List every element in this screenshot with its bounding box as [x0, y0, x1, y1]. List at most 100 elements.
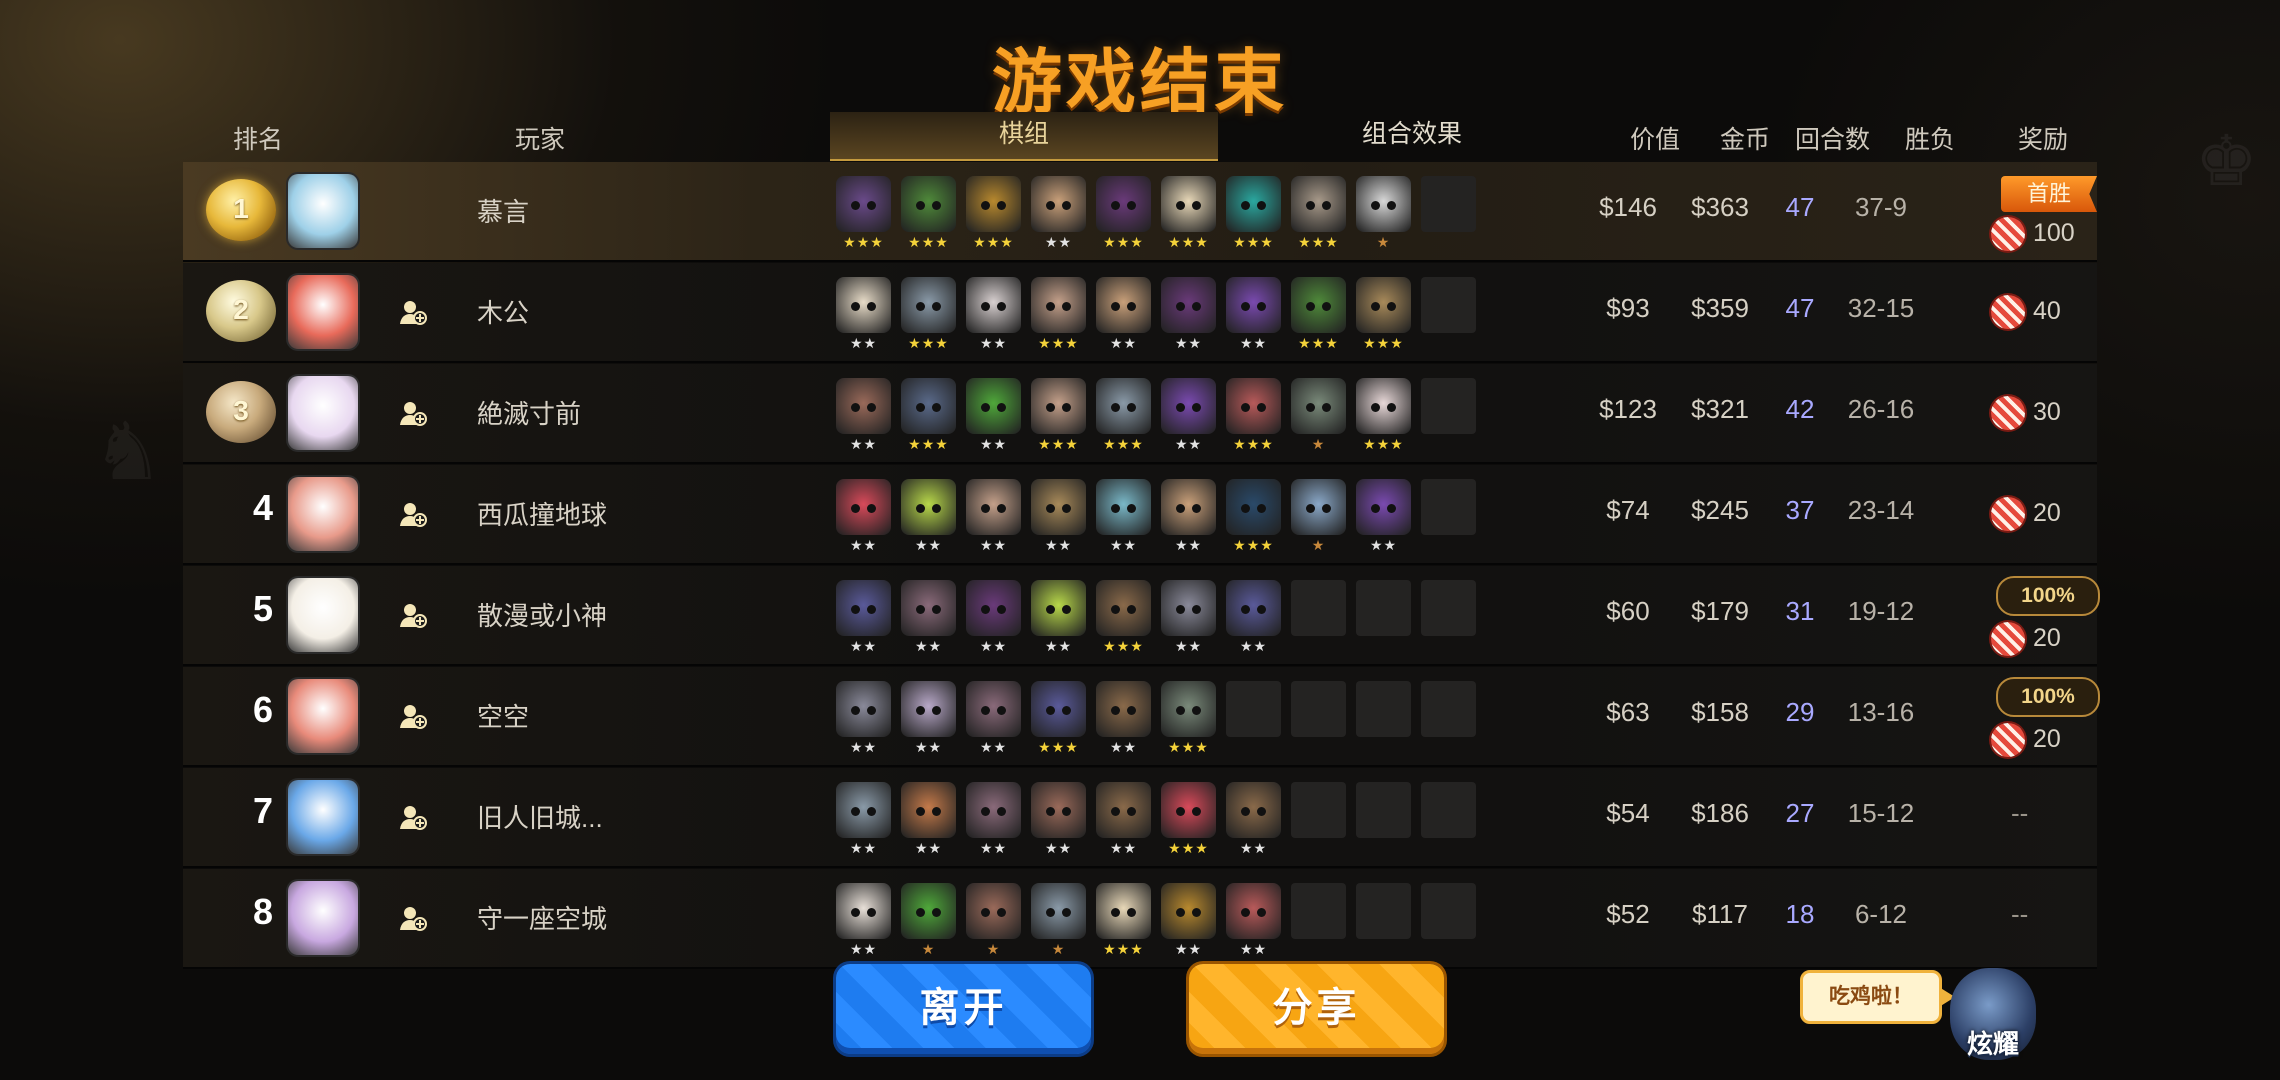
rank-medal-icon: 3 — [206, 381, 276, 443]
chess-piece-portrait — [1031, 176, 1086, 232]
chess-piece[interactable]: ★★ — [966, 580, 1021, 656]
chess-piece[interactable]: ★★ — [1161, 883, 1216, 959]
chess-piece[interactable]: ★★ — [966, 378, 1021, 454]
chess-piece[interactable]: ★★ — [1031, 479, 1086, 555]
chess-piece[interactable]: ★★★ — [901, 277, 956, 353]
table-row[interactable]: 7 旧人旧城... ★★ ★★ ★★ ★★ ★★ ★★★ ★★ $54 $186 27 15-12 -- — [183, 768, 2097, 868]
chess-piece[interactable]: ★★ — [836, 580, 891, 656]
chess-piece[interactable]: ★★ — [901, 580, 956, 656]
chess-piece[interactable]: ★★ — [1226, 883, 1281, 959]
chess-piece[interactable]: ★★ — [1096, 681, 1151, 757]
chess-piece[interactable]: ★★ — [966, 277, 1021, 353]
chess-piece[interactable]: ★★★ — [1161, 681, 1216, 757]
chess-piece[interactable]: ★★ — [1161, 580, 1216, 656]
chess-piece[interactable]: ★★ — [1031, 176, 1086, 252]
add-friend-icon[interactable] — [398, 600, 428, 630]
table-row[interactable]: 2 木公 ★★ ★★★ ★★ ★★★ ★★ ★★ ★★ ★★★ ★★★ $93 $359 47 32-15 4… — [183, 263, 2097, 363]
add-friend-icon[interactable] — [398, 903, 428, 933]
player-avatar[interactable] — [288, 780, 358, 854]
chess-piece[interactable]: ★★★ — [1096, 580, 1151, 656]
chess-piece[interactable]: ★★★ — [1096, 883, 1151, 959]
chess-piece[interactable]: ★★ — [836, 378, 891, 454]
chess-piece[interactable]: ★ — [966, 883, 1021, 959]
add-friend-icon[interactable] — [398, 802, 428, 832]
chess-piece[interactable]: ★★ — [901, 479, 956, 555]
chess-piece[interactable]: ★★ — [1096, 782, 1151, 858]
player-avatar[interactable] — [288, 376, 358, 450]
add-friend-icon[interactable] — [398, 701, 428, 731]
chess-piece[interactable]: ★★★ — [966, 176, 1021, 252]
chess-piece[interactable]: ★★★ — [1291, 277, 1346, 353]
chess-piece[interactable]: ★★ — [901, 681, 956, 757]
piece-eye — [1111, 302, 1120, 311]
chess-piece[interactable]: ★★★ — [1031, 681, 1086, 757]
chess-piece[interactable]: ★★ — [966, 479, 1021, 555]
chess-piece[interactable]: ★★★ — [1031, 277, 1086, 353]
add-friend-icon[interactable] — [398, 398, 428, 428]
tab-lineup[interactable]: 棋组 — [830, 112, 1218, 161]
chess-piece[interactable]: ★★★ — [1226, 479, 1281, 555]
chess-piece[interactable]: ★★ — [901, 782, 956, 858]
chess-piece[interactable]: ★★★ — [1096, 176, 1151, 252]
star-level: ★★★ — [1168, 840, 1209, 856]
table-row[interactable]: 1 慕言 ★★★ ★★★ ★★★ ★★ ★★★ ★★★ ★★★ ★★★ ★ $146 $363 47 37-… — [183, 162, 2097, 262]
table-row[interactable]: 4 西瓜撞地球 ★★ ★★ ★★ ★★ ★★ ★★ ★★★ ★ ★★ $74 $245 37 23-14 20 — [183, 465, 2097, 565]
chess-piece-portrait — [1161, 479, 1216, 535]
star-level: ★★ — [979, 638, 1008, 654]
chess-piece[interactable]: ★★ — [966, 681, 1021, 757]
chess-piece[interactable]: ★ — [1291, 479, 1346, 555]
chess-piece[interactable]: ★★ — [1356, 479, 1411, 555]
player-avatar[interactable] — [288, 578, 358, 652]
chess-piece[interactable]: ★★★ — [1226, 176, 1281, 252]
player-avatar[interactable] — [288, 275, 358, 349]
chess-piece[interactable]: ★★ — [836, 681, 891, 757]
chess-piece[interactable]: ★★★ — [1226, 378, 1281, 454]
chess-piece[interactable]: ★★ — [1161, 479, 1216, 555]
table-row[interactable]: 5 散漫或小神 ★★ ★★ ★★ ★★ ★★★ ★★ ★★ $60 $179 31 19-12 100% 2… — [183, 566, 2100, 666]
chess-piece[interactable]: ★★★ — [836, 176, 891, 252]
show-off-button[interactable]: 炫耀 — [1950, 1024, 2036, 1061]
chess-piece[interactable]: ★★ — [1031, 782, 1086, 858]
chess-piece[interactable]: ★★ — [1096, 277, 1151, 353]
player-avatar[interactable] — [288, 477, 358, 551]
value-cell: $146 — [1599, 192, 1657, 222]
player-avatar[interactable] — [288, 679, 358, 753]
chess-piece[interactable]: ★★ — [1096, 479, 1151, 555]
share-button[interactable]: 分享 — [1189, 964, 1444, 1054]
chess-piece[interactable]: ★★★ — [1356, 378, 1411, 454]
star-level: ★★ — [1174, 638, 1203, 654]
chess-piece[interactable]: ★ — [1031, 883, 1086, 959]
chess-piece[interactable]: ★★ — [966, 782, 1021, 858]
chess-piece[interactable]: ★★ — [1161, 277, 1216, 353]
chess-piece[interactable]: ★★ — [836, 277, 891, 353]
table-row[interactable]: 6 空空 ★★ ★★ ★★ ★★★ ★★ ★★★ $63 $158 29 13-16 100% 20 — [183, 667, 2100, 767]
chess-piece[interactable]: ★★★ — [1161, 782, 1216, 858]
chess-piece[interactable]: ★★★ — [1031, 378, 1086, 454]
player-avatar[interactable] — [288, 174, 358, 248]
table-row[interactable]: 8 守一座空城 ★★ ★ ★ ★ ★★★ ★★ ★★ $52 $117 18 6-12 -- — [183, 869, 2097, 969]
tab-synergy[interactable]: 组合效果 — [1218, 112, 1606, 159]
chess-piece[interactable]: ★★★ — [1096, 378, 1151, 454]
piece-eye — [867, 504, 876, 513]
chess-piece[interactable]: ★ — [901, 883, 956, 959]
chess-piece[interactable]: ★ — [1356, 176, 1411, 252]
table-row[interactable]: 3 絶滅寸前 ★★ ★★★ ★★ ★★★ ★★★ ★★ ★★★ ★ ★★★ $123 $321 42 26-… — [183, 364, 2097, 464]
player-avatar[interactable] — [288, 881, 358, 955]
chess-piece[interactable]: ★★★ — [1356, 277, 1411, 353]
chess-piece[interactable]: ★★★ — [1161, 176, 1216, 252]
chess-piece[interactable]: ★★ — [1031, 580, 1086, 656]
chess-piece[interactable]: ★★★ — [901, 378, 956, 454]
chess-piece[interactable]: ★★★ — [901, 176, 956, 252]
add-friend-icon[interactable] — [398, 297, 428, 327]
chess-piece[interactable]: ★★ — [1161, 378, 1216, 454]
chess-piece[interactable]: ★★ — [1226, 782, 1281, 858]
chess-piece[interactable]: ★★ — [1226, 580, 1281, 656]
leave-button[interactable]: 离开 — [836, 964, 1091, 1054]
chess-piece[interactable]: ★ — [1291, 378, 1346, 454]
chess-piece[interactable]: ★★ — [836, 883, 891, 959]
chess-piece[interactable]: ★★ — [836, 479, 891, 555]
chess-piece[interactable]: ★★ — [1226, 277, 1281, 353]
chess-piece[interactable]: ★★ — [836, 782, 891, 858]
chess-piece[interactable]: ★★★ — [1291, 176, 1346, 252]
add-friend-icon[interactable] — [398, 499, 428, 529]
